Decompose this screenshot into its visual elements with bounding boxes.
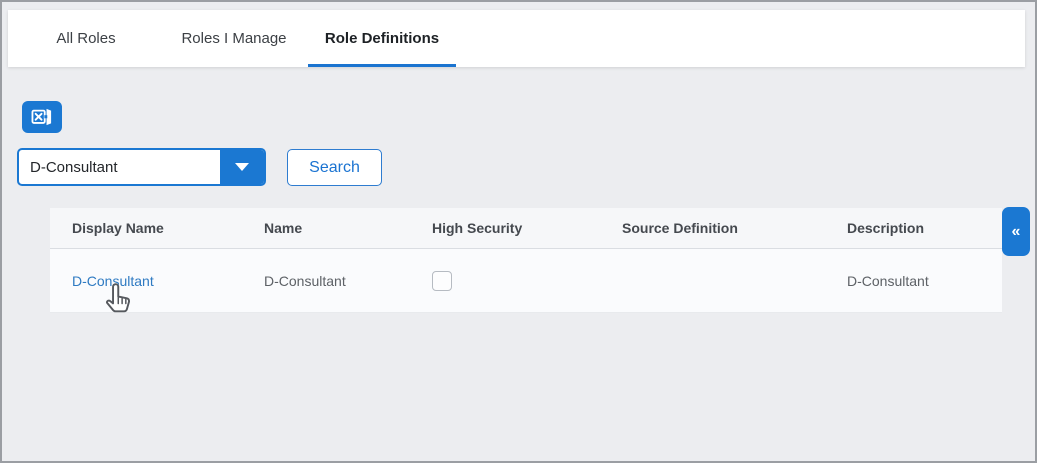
tab-bar: All Roles Roles I Manage Role Definition…	[8, 10, 1025, 67]
chevrons-left-icon: «	[1011, 222, 1021, 240]
role-management-screen: All Roles Roles I Manage Role Definition…	[0, 0, 1037, 463]
column-header-source-definition: Source Definition	[622, 220, 738, 236]
column-header-high-security: High Security	[432, 220, 523, 236]
roles-table: Display Name Name High Security Source D…	[50, 208, 1002, 313]
tab-roles-i-manage[interactable]: Roles I Manage	[160, 10, 308, 67]
search-button[interactable]: Search	[287, 149, 382, 186]
role-filter-value: D-Consultant	[30, 158, 118, 176]
column-header-display-name: Display Name	[72, 220, 164, 236]
table-header-row: Display Name Name High Security Source D…	[50, 208, 1002, 249]
chevron-down-icon	[235, 163, 249, 171]
collapse-panel-button[interactable]: «	[1002, 207, 1030, 256]
tab-role-definitions[interactable]: Role Definitions	[308, 10, 456, 67]
tab-label: Role Definitions	[324, 29, 440, 47]
tab-label: All Roles	[56, 29, 116, 47]
column-header-name: Name	[264, 220, 303, 236]
display-name-link[interactable]: D-Consultant	[72, 273, 154, 289]
tab-all-roles[interactable]: All Roles	[12, 10, 160, 67]
name-cell: D-Consultant	[264, 272, 346, 289]
excel-icon	[31, 107, 53, 127]
role-filter-dropdown[interactable]: D-Consultant	[17, 148, 266, 186]
tab-label: Roles I Manage	[181, 29, 287, 47]
high-security-checkbox[interactable]	[432, 270, 452, 291]
dropdown-toggle-button[interactable]	[220, 150, 264, 184]
description-cell: D-Consultant	[847, 272, 929, 289]
column-header-description: Description	[847, 220, 925, 236]
table-row: D-Consultant D-Consultant D-Consultant	[50, 249, 1002, 313]
export-excel-button[interactable]	[22, 101, 62, 133]
